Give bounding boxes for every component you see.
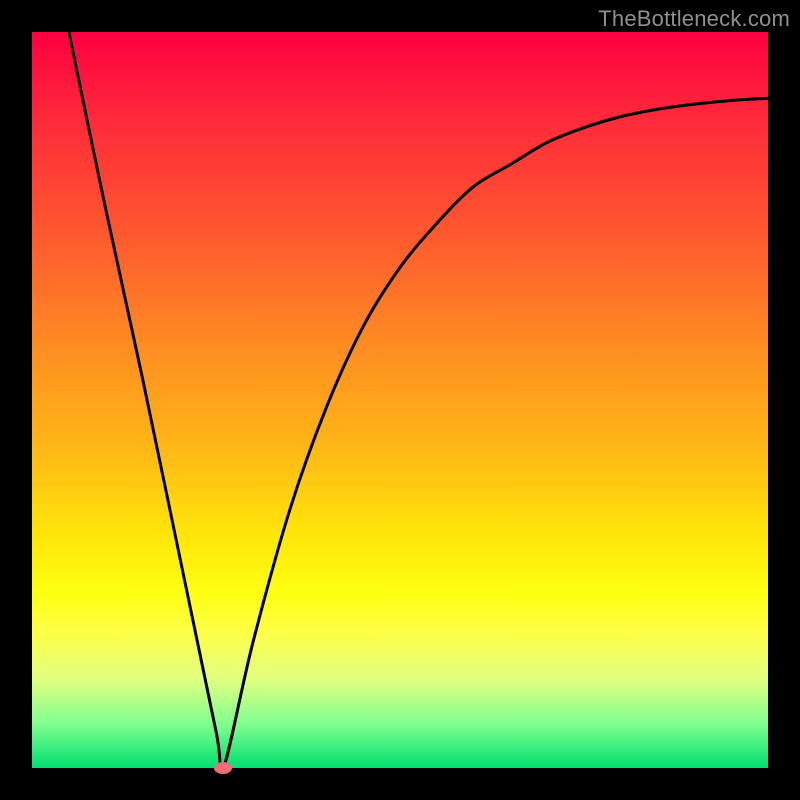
optimum-marker (214, 762, 232, 774)
bottleneck-curve (32, 32, 768, 768)
watermark-text: TheBottleneck.com (598, 6, 790, 32)
curve-path (69, 32, 768, 768)
plot-area (32, 32, 768, 768)
